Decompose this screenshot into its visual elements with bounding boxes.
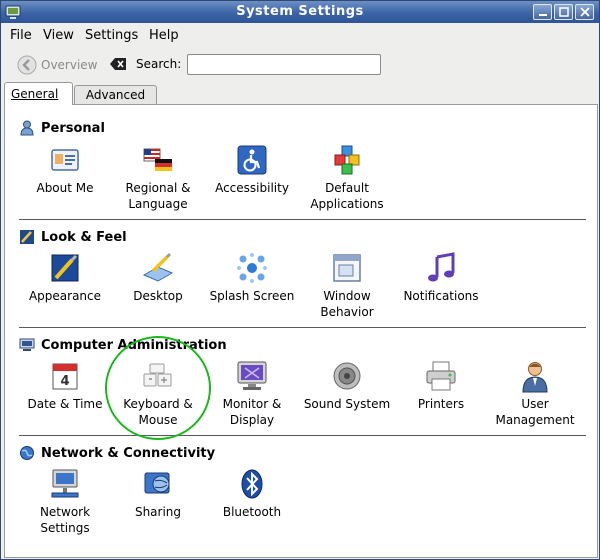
- menu-bar: File View Settings Help: [1, 24, 599, 48]
- item-default-applications[interactable]: Default Applications: [299, 143, 395, 212]
- maximize-icon: [559, 7, 569, 17]
- section-title: Personal: [41, 120, 105, 136]
- item-label: Default Applications: [310, 181, 384, 211]
- section-title: Look & Feel: [41, 229, 127, 245]
- toolbar: Overview Search:: [1, 49, 599, 81]
- close-icon: [580, 7, 590, 17]
- tab-advanced[interactable]: Advanced: [74, 85, 157, 105]
- item-monitor-display[interactable]: Monitor & Display: [204, 359, 300, 428]
- item-date-time[interactable]: 4 Date & Time: [17, 359, 113, 412]
- item-label: Date & Time: [27, 397, 103, 411]
- item-label: Window Behavior: [320, 289, 374, 319]
- keyboard-icon: [143, 363, 172, 387]
- menu-settings[interactable]: Settings: [85, 28, 138, 43]
- item-label: User Management: [495, 397, 575, 427]
- close-button[interactable]: [575, 4, 594, 20]
- svg-text:4: 4: [60, 374, 69, 389]
- search-label: Search:: [136, 57, 182, 71]
- globe-icon: [20, 446, 34, 460]
- tab-advanced-label: Advanced: [85, 88, 146, 102]
- item-appearance[interactable]: Appearance: [17, 251, 113, 304]
- tab-general-label: General: [11, 87, 59, 101]
- section-title: Computer Administration: [41, 337, 227, 353]
- tab-general[interactable]: General: [4, 82, 73, 105]
- item-label: Monitor & Display: [222, 397, 282, 427]
- section-divider: [19, 327, 586, 328]
- flags-icon: [143, 148, 172, 171]
- printer-icon: [426, 361, 456, 391]
- item-label: Notifications: [403, 289, 479, 303]
- network-icon: [51, 469, 79, 498]
- section-divider: [19, 435, 586, 436]
- menu-view[interactable]: View: [43, 28, 74, 43]
- search-input[interactable]: [187, 54, 381, 75]
- item-label: Keyboard & Mouse: [123, 397, 193, 427]
- window: System Settings File View Settings Help …: [0, 0, 600, 560]
- item-accessibility[interactable]: Accessibility: [204, 143, 300, 196]
- window-icon: [333, 254, 361, 282]
- section-personal-header: Personal: [19, 120, 105, 136]
- settings-panel: Personal About Me Regional & Language Ac…: [4, 104, 598, 558]
- bluetooth-icon: [241, 469, 263, 499]
- computer-icon: [19, 338, 35, 351]
- item-regional-language[interactable]: Regional & Language: [110, 143, 206, 212]
- item-notifications[interactable]: Notifications: [393, 251, 489, 304]
- item-label: Regional & Language: [125, 181, 191, 211]
- item-about-me[interactable]: About Me: [17, 143, 113, 196]
- item-splash-screen[interactable]: Splash Screen: [204, 251, 300, 304]
- splash-screen-icon: [237, 253, 267, 283]
- item-bluetooth[interactable]: Bluetooth: [204, 467, 300, 520]
- appearance-icon: [51, 254, 79, 282]
- item-label: Network Settings: [39, 505, 91, 535]
- item-printers[interactable]: Printers: [393, 359, 489, 412]
- title-bar[interactable]: System Settings: [1, 1, 599, 23]
- item-label: Printers: [417, 397, 465, 411]
- menu-file[interactable]: File: [10, 28, 32, 43]
- clear-search-icon[interactable]: [109, 57, 127, 71]
- item-label: Sharing: [134, 505, 182, 519]
- section-look-feel-header: Look & Feel: [19, 229, 127, 245]
- minimize-button[interactable]: [533, 4, 552, 20]
- section-network-header: Network & Connectivity: [19, 445, 215, 461]
- wheelchair-icon: [237, 145, 267, 175]
- item-label: Accessibility: [215, 181, 289, 195]
- section-divider: [19, 219, 586, 220]
- minimize-icon: [539, 14, 547, 16]
- item-label: About Me: [36, 181, 94, 195]
- item-label: Appearance: [28, 289, 102, 303]
- item-label: Splash Screen: [209, 289, 295, 303]
- item-sound-system[interactable]: Sound System: [299, 359, 395, 412]
- section-title: Network & Connectivity: [41, 445, 216, 461]
- music-note-icon: [428, 252, 455, 282]
- section-computer-admin-header: Computer Administration: [19, 337, 227, 353]
- window-title: System Settings: [236, 4, 364, 19]
- user-icon: [522, 362, 548, 393]
- overview-button[interactable]: Overview: [17, 53, 98, 77]
- calendar-icon: 4: [52, 363, 78, 390]
- item-network-settings[interactable]: Network Settings: [17, 467, 113, 536]
- overview-label: Overview: [41, 58, 98, 72]
- back-arrow-icon: [17, 55, 37, 75]
- item-keyboard-mouse[interactable]: Keyboard & Mouse: [110, 359, 206, 428]
- paintbrush-icon: [20, 230, 34, 244]
- item-label: Bluetooth: [222, 505, 282, 519]
- item-sharing[interactable]: Sharing: [110, 467, 206, 520]
- speaker-icon: [333, 362, 361, 390]
- item-label: Desktop: [133, 289, 183, 303]
- item-window-behavior[interactable]: Window Behavior: [299, 251, 395, 320]
- sharing-icon: [144, 472, 170, 494]
- item-label: Sound System: [303, 397, 391, 411]
- maximize-button[interactable]: [554, 4, 573, 20]
- person-icon: [20, 120, 34, 136]
- blocks-icon: [334, 145, 360, 175]
- menu-help[interactable]: Help: [149, 28, 179, 43]
- item-user-management[interactable]: User Management: [487, 359, 583, 428]
- desktop-icon: [142, 252, 174, 282]
- item-desktop[interactable]: Desktop: [110, 251, 206, 304]
- id-card-icon: [51, 149, 79, 171]
- monitor-icon: [237, 361, 267, 390]
